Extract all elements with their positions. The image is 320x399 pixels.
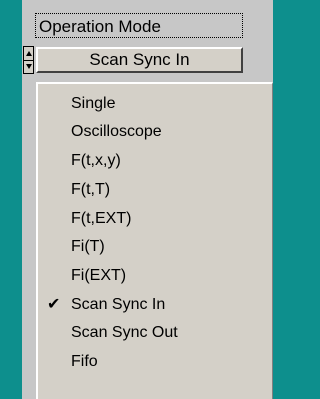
menu-item-label: Fi(T) (71, 238, 105, 255)
menu-item-fi-t[interactable]: Fi(T) (38, 232, 271, 262)
menu-item-label: Scan Sync In (71, 296, 166, 313)
menu-item-label: F(t,x,y) (71, 152, 121, 169)
menu-item-scan-sync-in[interactable]: ✔ Scan Sync In (38, 290, 271, 320)
menu-item-f-t-t[interactable]: F(t,T) (38, 175, 271, 205)
menu-item-oscilloscope[interactable]: Oscilloscope (38, 117, 271, 147)
menu-item-label: Fifo (71, 353, 98, 370)
menu-item-fifo[interactable]: Fifo (38, 347, 271, 377)
menu-item-label: F(t,EXT) (71, 210, 132, 227)
spin-down-button[interactable] (24, 60, 33, 73)
checkmark-icon: ✔ (47, 296, 61, 313)
menu-item-f-t-x-y[interactable]: F(t,x,y) (38, 146, 271, 176)
operation-mode-dropdown-list: Single Oscilloscope F(t,x,y) F(t,T) F(t,… (36, 82, 273, 399)
menu-item-label: Scan Sync Out (71, 324, 178, 341)
menu-item-single[interactable]: Single (38, 89, 271, 119)
menu-item-label: Oscilloscope (71, 123, 162, 140)
menu-item-label: Fi(EXT) (71, 267, 127, 284)
operation-mode-combobox[interactable]: Scan Sync In (36, 47, 243, 73)
arrow-down-icon (25, 64, 32, 69)
combo-selected-value: Scan Sync In (89, 50, 190, 69)
arrow-up-icon (25, 51, 32, 56)
menu-item-label: F(t,T) (71, 181, 111, 198)
menu-item-fi-ext[interactable]: Fi(EXT) (38, 261, 271, 291)
spin-up-button[interactable] (24, 47, 33, 61)
group-title: Operation Mode (39, 17, 161, 36)
mode-spin-control[interactable] (23, 46, 34, 74)
menu-item-f-t-ext[interactable]: F(t,EXT) (38, 204, 271, 234)
menu-item-scan-sync-out[interactable]: Scan Sync Out (38, 318, 271, 348)
menu-item-label: Single (71, 95, 116, 112)
